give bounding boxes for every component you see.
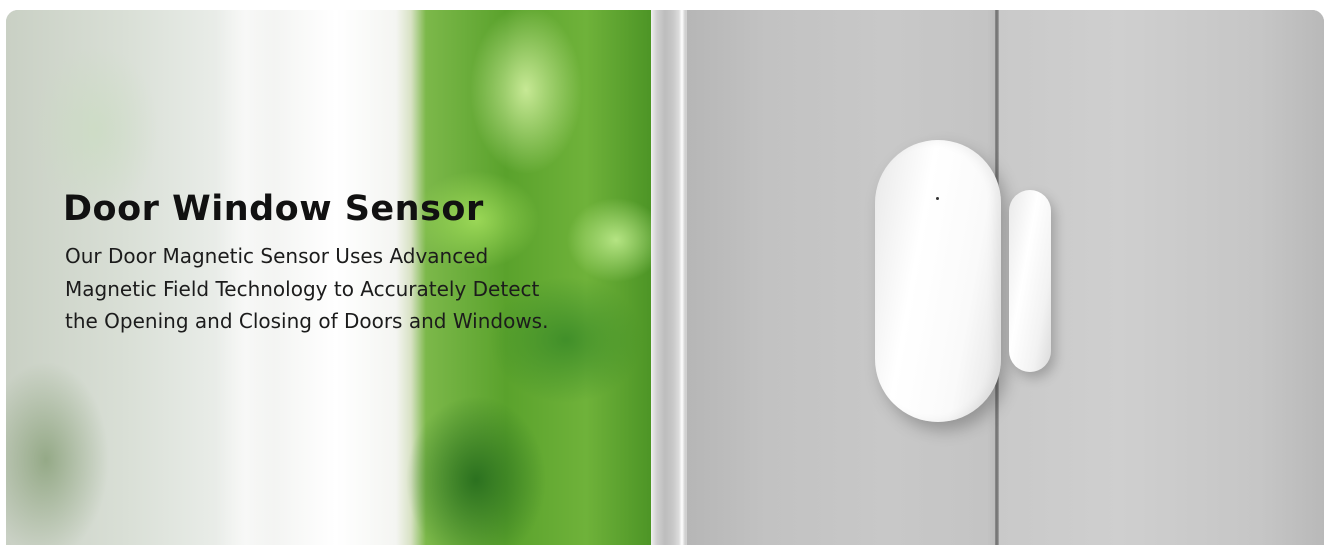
door-frame-edge	[651, 10, 687, 545]
product-banner: Door Window Sensor Our Door Magnetic Sen…	[6, 10, 1324, 545]
banner-title: Door Window Sensor	[63, 189, 484, 229]
sensor-indicator-light	[936, 197, 939, 200]
banner-description: Our Door Magnetic Sensor Uses Advanced M…	[65, 244, 549, 333]
sensor-main-unit-image	[875, 140, 1001, 422]
banner-text-block: Door Window Sensor Our Door Magnetic Sen…	[63, 188, 583, 338]
door-background	[687, 10, 1324, 545]
sensor-magnet-image	[1009, 190, 1051, 372]
